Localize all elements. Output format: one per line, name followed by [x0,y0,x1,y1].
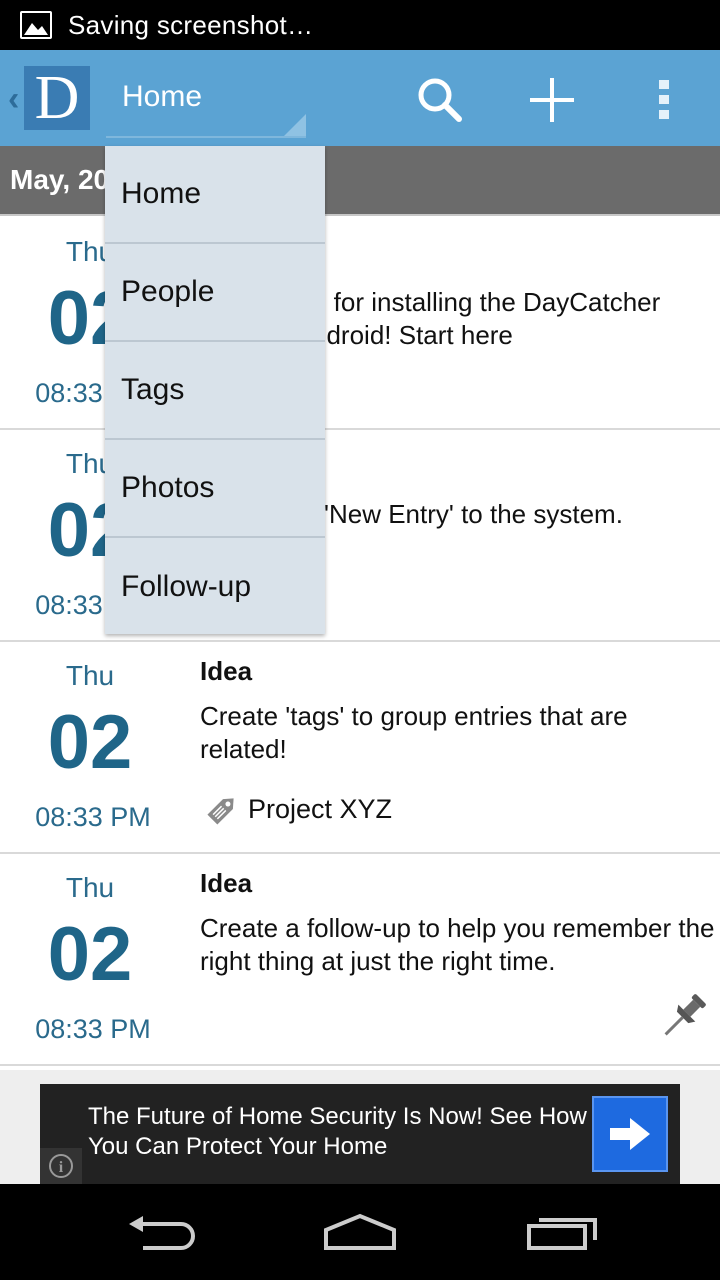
ad-arrow-button[interactable] [592,1096,668,1172]
overflow-menu-icon [659,80,669,119]
dropdown-item-follow-up[interactable]: Follow-up [105,538,325,636]
pushpin-icon[interactable] [656,988,712,1044]
search-icon [418,78,462,122]
entry-title: Idea [200,656,253,686]
entry-body: Create a follow-up to help you remember … [200,913,715,976]
arrow-right-icon [610,1118,650,1150]
tag-icon [207,798,234,825]
back-nav-icon [129,1216,195,1250]
entry-title: Idea [200,868,253,898]
entry-day: 02 [47,700,133,785]
entry-time: 08:33 PM [35,1014,151,1044]
ad-text: The Future of Home Security Is Now! See … [88,1103,587,1160]
app-logo-letter: D [34,64,80,132]
entry-tag[interactable]: Project XYZ [204,790,392,828]
entry-tag-label: Project XYZ [248,793,393,824]
overflow-menu-button[interactable] [632,68,696,132]
home-nav-icon [324,1213,396,1250]
ad-area: The Future of Home Security Is Now! See … [0,1070,720,1184]
ad-info-button[interactable]: i [40,1148,82,1184]
entry-time: 08:33 PM [35,802,151,832]
status-text: Saving screenshot… [68,9,314,40]
recents-nav-icon [527,1218,597,1250]
image-icon [20,11,52,39]
spinner-triangle-icon [284,114,306,136]
home-nav-button[interactable] [310,1204,410,1260]
entry-body: Create 'tags' to group entries that are … [200,701,628,764]
plus-icon [530,78,574,122]
status-bar: Saving screenshot… [0,0,720,50]
entry-day: 02 [47,912,133,997]
dropdown-item-tags[interactable]: Tags [105,342,325,440]
navigation-spinner[interactable]: Home [106,66,306,138]
up-chevron-icon[interactable]: ‹ [8,80,19,119]
system-nav-bar [0,1184,720,1280]
entry-weekday: Thu [65,872,115,903]
entry-body: u for installing the DayCatcher ndroid! … [312,287,661,350]
dropdown-item-photos[interactable]: Photos [105,440,325,538]
ad-banner[interactable]: The Future of Home Security Is Now! See … [40,1084,680,1184]
info-icon: i [49,1154,73,1178]
navigation-dropdown: Home People Tags Photos Follow-up [105,146,325,634]
navigation-spinner-label: Home [122,80,203,113]
entry-row[interactable]: Thu 02 08:33 PM Idea Create a follow-up … [0,854,720,1066]
entry-body: 'New Entry' to the system. [324,499,623,529]
search-button[interactable] [408,68,472,132]
entry-weekday: Thu [65,660,115,691]
svg-text:i: i [59,1159,64,1176]
entry-row[interactable]: Thu 02 08:33 PM Idea Create 'tags' to gr… [0,642,720,854]
app-logo[interactable]: D [24,66,90,130]
recents-nav-button[interactable] [512,1204,612,1260]
action-bar: ‹ D Home [0,50,720,146]
back-nav-button[interactable] [110,1204,210,1260]
date-section-label: May, 20 [10,164,110,195]
dropdown-item-people[interactable]: People [105,244,325,342]
dropdown-item-home[interactable]: Home [105,146,325,244]
add-entry-button[interactable] [520,68,584,132]
